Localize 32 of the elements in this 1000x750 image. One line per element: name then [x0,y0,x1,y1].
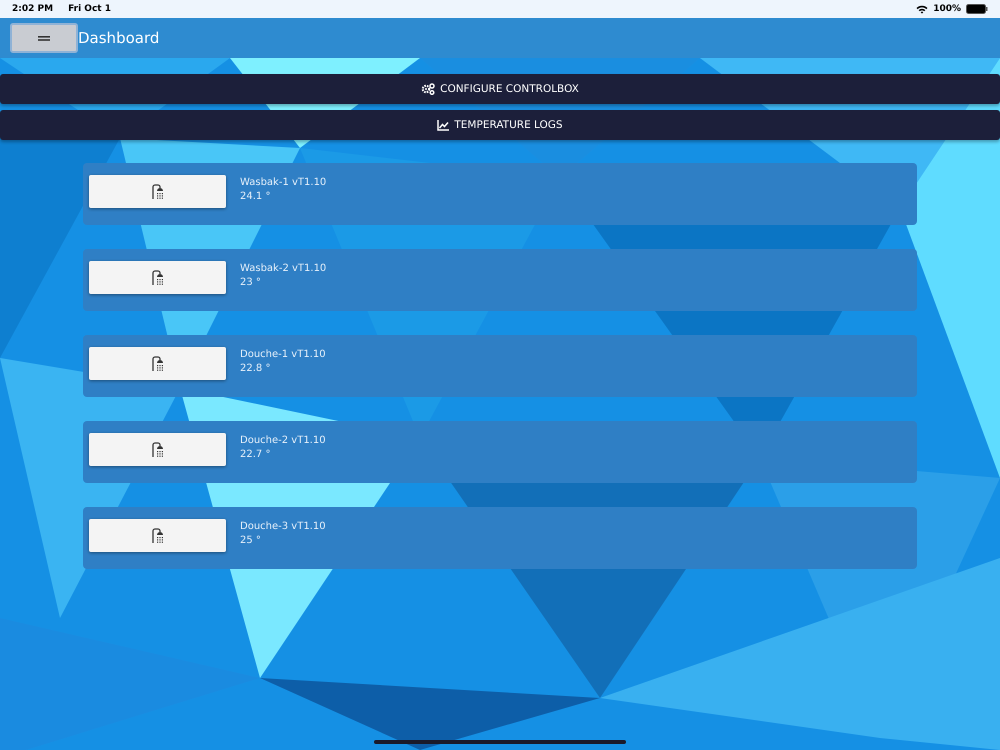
device-button[interactable] [89,347,226,380]
device-name: Wasbak-2 vT1.10 [240,262,326,276]
shower-icon [152,270,164,285]
device-button[interactable] [89,433,226,466]
menu-button[interactable] [10,23,78,53]
device-temperature: 22.7 ° [240,448,272,462]
device-name: Douche-2 vT1.10 [240,434,326,448]
shower-icon [152,528,164,543]
device-name: Douche-3 vT1.10 [240,520,326,534]
page-title: Dashboard [78,29,160,47]
shower-icon [152,184,164,199]
battery-percent: 100% [933,4,961,14]
device-temperature: 22.8 ° [240,362,272,376]
menu-icon [38,36,50,40]
device-name: Douche-1 vT1.10 [240,348,326,362]
wifi-icon [916,4,928,14]
device-temperature: 25 ° [240,534,262,548]
battery-icon [966,4,988,14]
device-button[interactable] [89,519,226,552]
device-button[interactable] [89,175,226,208]
status-date: Fri Oct 1 [68,4,111,14]
shower-icon [152,442,164,457]
gears-icon [421,83,436,95]
action-button[interactable]: CONFIGURE CONTROLBOX [0,74,1000,104]
status-time: 2:02 PM [12,4,54,14]
device-temperature: 24.1 ° [240,190,272,204]
action-button[interactable]: TEMPERATURE LOGS [0,110,1000,140]
device-name: Wasbak-1 vT1.10 [240,176,326,190]
device-temperature: 23 ° [240,276,262,290]
device-button[interactable] [89,261,226,294]
shower-icon [152,356,164,371]
line-chart-icon [437,120,450,130]
